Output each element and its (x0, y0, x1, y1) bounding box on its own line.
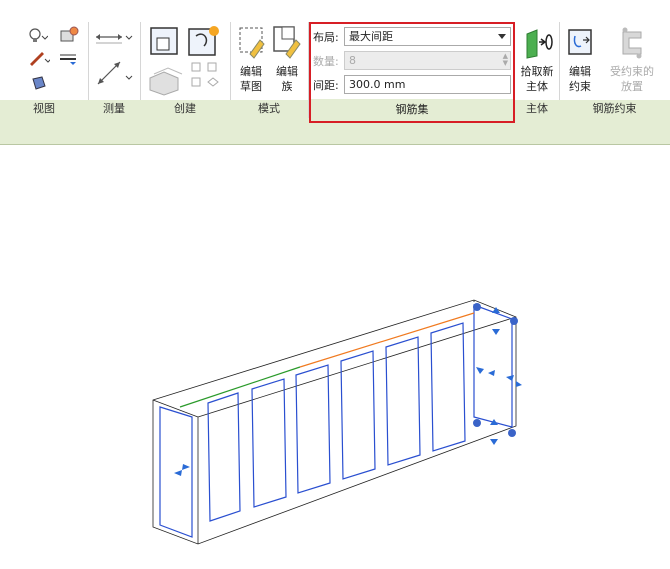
quantity-value: 8 (349, 54, 356, 67)
3d-viewport[interactable] (0, 145, 670, 566)
host-panel: 拾取新 主体 主体 (515, 22, 560, 118)
layout-dropdown[interactable]: 最大间距 (344, 27, 511, 46)
edit-sketch-button[interactable]: 编辑 草图 (234, 22, 268, 98)
pick-new-host-button[interactable]: 拾取新 主体 (517, 22, 557, 98)
layout-row: 布局: 最大间距 (313, 27, 511, 48)
view-panel-title: 视图 (0, 100, 88, 118)
quantity-stepper[interactable]: 8 ▲ ▼ (344, 51, 511, 70)
view-visibility-icon[interactable] (58, 26, 80, 44)
ribbon: 视图 测量 创建 编辑 草图 编辑 族 模式 拾取新 主体 主体 编辑 约束 受… (0, 0, 670, 145)
edit-sketch-label-1: 编辑 (240, 65, 262, 78)
drag-arrow-icon[interactable] (476, 367, 495, 376)
edit-constraints-icon (568, 29, 592, 55)
constrained-placement-button[interactable]: 受约束的 放置 (599, 22, 665, 98)
create-panel: 创建 (140, 22, 231, 118)
edit-family-label-1: 编辑 (276, 65, 298, 78)
edit-constraints-button[interactable]: 编辑 约束 (563, 22, 597, 98)
host-panel-title: 主体 (515, 100, 559, 118)
constrained-placement-icon (622, 27, 642, 59)
spacing-row: 间距: 300.0 mm (313, 75, 511, 96)
drag-arrow-icon[interactable] (174, 464, 190, 476)
layout-label: 布局: (313, 31, 339, 44)
spacing-value: 300.0 mm (349, 78, 406, 91)
rebar-set-panel: 布局: 最大间距 数量: 8 ▲ ▼ 间距: 300.0 mm 钢筋集 (309, 22, 515, 123)
aligned-dimension-icon[interactable] (94, 58, 134, 88)
create-panel-title: 创建 (140, 100, 230, 118)
rebar-grip-handle[interactable] (473, 419, 481, 427)
rebar-constraint-panel-title: 钢筋约束 (559, 100, 670, 118)
edit-sketch-icon (239, 27, 265, 59)
measure-panel-title: 测量 (88, 100, 140, 118)
concrete-beam-outline (152, 299, 517, 545)
rebar-grip-handle[interactable] (508, 429, 516, 437)
edit-constraints-label-2: 约束 (569, 80, 591, 93)
view-panel: 视图 (0, 22, 89, 118)
pick-new-host-label-1: 拾取新 (520, 65, 554, 78)
spacing-input[interactable]: 300.0 mm (344, 75, 511, 94)
thin-lines-icon[interactable] (30, 74, 48, 92)
spinner-arrows-icon: ▲ ▼ (502, 52, 508, 67)
rebar-stirrups (159, 304, 513, 538)
chevron-down-icon (498, 34, 506, 39)
quantity-row: 数量: 8 ▲ ▼ (313, 51, 511, 72)
create-assembly-icon[interactable] (188, 60, 224, 96)
drag-arrow-icon[interactable] (492, 307, 500, 335)
constrained-placement-label-1: 受约束的 (610, 65, 654, 78)
paint-brush-icon[interactable] (28, 50, 50, 66)
edit-family-icon (273, 26, 301, 59)
rebar-constraint-panel: 编辑 约束 受约束的 放置 钢筋约束 (559, 22, 670, 118)
rebar-grip-handle[interactable] (473, 303, 481, 311)
edit-constraints-label-1: 编辑 (569, 65, 591, 78)
quantity-label: 数量: (313, 55, 339, 68)
drag-arrow-icon[interactable] (506, 375, 522, 387)
mode-panel: 编辑 草图 编辑 族 模式 (230, 22, 309, 118)
create-parts-icon[interactable] (146, 64, 186, 96)
create-group-icon[interactable] (186, 24, 222, 58)
measure-panel: 测量 (88, 22, 141, 118)
rebar-grip-handle[interactable] (510, 317, 518, 325)
spacing-label: 间距: (313, 79, 339, 92)
edit-sketch-label-2: 草图 (240, 80, 262, 93)
create-similar-icon[interactable] (148, 24, 182, 58)
edit-family-label-2: 族 (281, 80, 293, 93)
line-weights-icon[interactable] (58, 52, 80, 66)
constrained-placement-label-2: 放置 (621, 80, 643, 93)
layout-value: 最大间距 (349, 30, 393, 43)
measure-distance-icon[interactable] (94, 26, 134, 48)
pick-new-host-label-2: 主体 (526, 80, 548, 93)
pick-host-icon (526, 29, 553, 59)
edit-family-button[interactable]: 编辑 族 (270, 22, 304, 98)
rebar-set-panel-title: 钢筋集 (311, 99, 513, 121)
mode-panel-title: 模式 (230, 100, 308, 118)
rebar-3d-model[interactable] (0, 145, 670, 566)
longitudinal-bars (179, 312, 475, 408)
lightbulb-icon[interactable] (28, 28, 48, 44)
